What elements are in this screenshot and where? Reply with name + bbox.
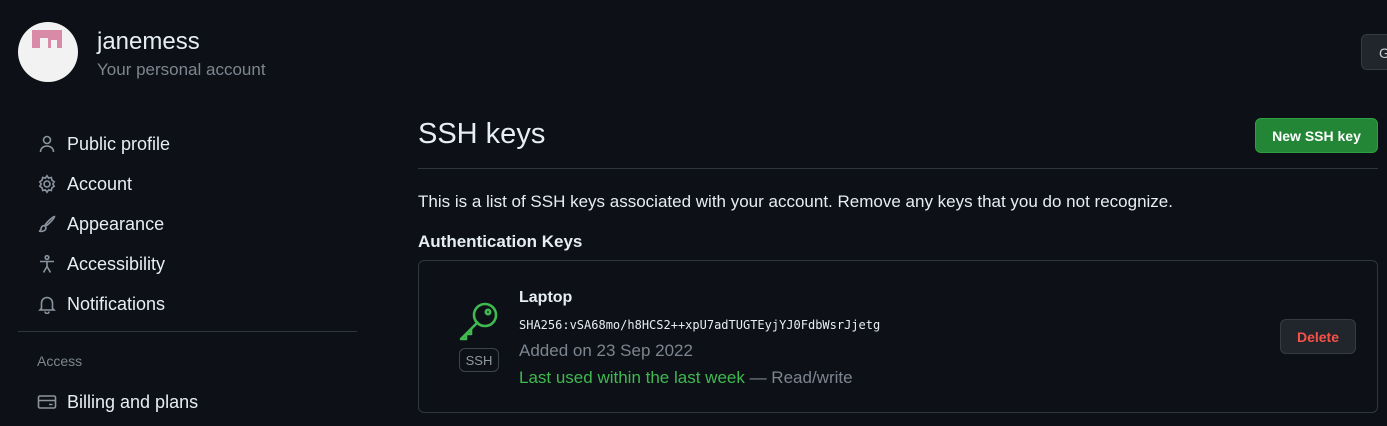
- gear-icon: [38, 174, 56, 194]
- sidebar-heading-access: Access: [37, 353, 83, 369]
- sidebar-item-accessibility[interactable]: Accessibility: [37, 252, 165, 276]
- delete-key-button[interactable]: Delete: [1280, 319, 1356, 354]
- key-fingerprint: SHA256:vSA68mo/h8HCS2++xpU7adTUGTEyjYJ0F…: [519, 318, 881, 332]
- sidebar-item-account[interactable]: Account: [37, 172, 132, 196]
- key-icon: [459, 302, 498, 341]
- sidebar-item-public-profile[interactable]: Public profile: [37, 132, 170, 156]
- ssh-key-list-item: [418, 260, 1378, 413]
- sidebar-item-label: Notifications: [67, 293, 166, 314]
- sidebar-item-label: Account: [67, 173, 133, 194]
- sidebar-item-label: Accessibility: [67, 253, 166, 274]
- credit-card-icon: [37, 395, 57, 409]
- sidebar-item-label: Public profile: [67, 133, 171, 154]
- person-icon: [39, 135, 55, 153]
- key-access-level: — Read/write: [744, 368, 853, 387]
- title-divider: [418, 168, 1378, 169]
- paintbrush-icon: [38, 215, 56, 233]
- sidebar-item-billing[interactable]: Billing and plans: [37, 390, 198, 414]
- account-subtitle: Your personal account: [97, 60, 266, 79]
- key-added-date: Added on 23 Sep 2022: [519, 341, 693, 360]
- sidebar-divider: [18, 331, 357, 332]
- key-title: Laptop: [519, 289, 573, 306]
- sidebar-item-label: Billing and plans: [67, 391, 199, 412]
- bell-icon: [38, 296, 56, 314]
- avatar[interactable]: [18, 22, 78, 82]
- new-ssh-key-button[interactable]: New SSH key: [1255, 118, 1378, 153]
- page-description: This is a list of SSH keys associated wi…: [418, 192, 1173, 211]
- sidebar-item-appearance[interactable]: Appearance: [37, 212, 164, 236]
- accessibility-icon: [40, 254, 54, 273]
- key-last-used: Last used within the last week: [519, 368, 745, 387]
- key-usage-row: Last used within the last week — Read/wr…: [519, 368, 853, 388]
- sidebar-item-notifications[interactable]: Notifications: [37, 292, 165, 316]
- sidebar-item-label: Appearance: [67, 213, 165, 234]
- page-title: SSH keys: [418, 118, 546, 150]
- section-heading: Authentication Keys: [418, 232, 583, 251]
- go-to-profile-button[interactable]: G: [1361, 34, 1387, 70]
- ssh-badge: SSH: [459, 348, 499, 372]
- account-username[interactable]: janemess: [97, 28, 200, 56]
